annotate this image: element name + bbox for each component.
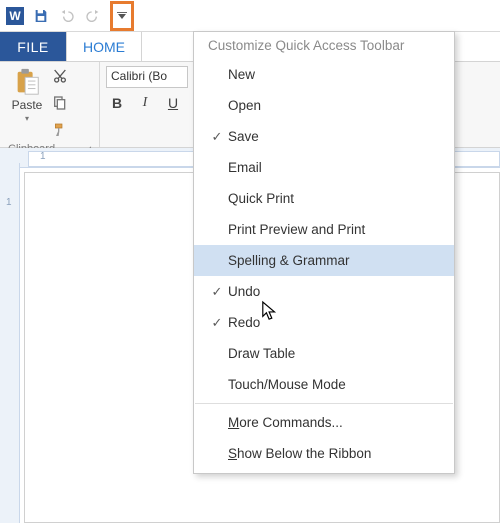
menu-item-label: Quick Print <box>228 191 454 206</box>
menu-item-label: Touch/Mouse Mode <box>228 377 454 392</box>
redo-icon <box>85 8 101 24</box>
check-icon: ✓ <box>206 129 228 145</box>
tab-file[interactable]: FILE <box>0 32 66 61</box>
brush-icon <box>52 122 68 138</box>
menu-item-undo[interactable]: ✓ Undo <box>194 276 454 307</box>
qat-redo-button[interactable] <box>80 3 106 29</box>
menu-item-quick-print[interactable]: Quick Print <box>194 183 454 214</box>
copy-icon <box>52 95 68 111</box>
menu-item-label: Undo <box>228 284 454 299</box>
menu-separator <box>195 403 453 404</box>
menu-item-label: Save <box>228 129 454 144</box>
chevron-down-icon <box>115 6 129 26</box>
qat-save-button[interactable] <box>28 3 54 29</box>
menu-item-label: Print Preview and Print <box>228 222 454 237</box>
customize-qat-dropdown[interactable] <box>110 1 134 31</box>
vertical-ruler[interactable]: 1 <box>0 163 20 523</box>
customize-qat-menu: Customize Quick Access Toolbar New Open … <box>193 31 455 474</box>
menu-item-label: Open <box>228 98 454 113</box>
menu-item-draw-table[interactable]: Draw Table <box>194 338 454 369</box>
menu-item-label: Email <box>228 160 454 175</box>
ruler-v-mark-1: 1 <box>6 197 12 208</box>
menu-item-print-preview[interactable]: Print Preview and Print <box>194 214 454 245</box>
italic-button[interactable]: I <box>136 94 154 112</box>
menu-item-label: Redo <box>228 315 454 330</box>
title-bar: W <box>0 0 500 32</box>
save-icon <box>33 8 49 24</box>
scissors-icon <box>52 68 68 84</box>
font-name-combo[interactable]: Calibri (Bo <box>106 66 188 88</box>
undo-icon <box>59 8 75 24</box>
check-icon: ✓ <box>206 284 228 300</box>
menu-item-new[interactable]: New <box>194 59 454 90</box>
qat-undo-button[interactable] <box>54 3 80 29</box>
menu-item-label: New <box>228 67 454 82</box>
menu-item-label: Draw Table <box>228 346 454 361</box>
menu-item-open[interactable]: Open <box>194 90 454 121</box>
paste-icon <box>12 68 42 96</box>
menu-item-spelling-grammar[interactable]: Spelling & Grammar <box>194 245 454 276</box>
menu-item-redo[interactable]: ✓ Redo <box>194 307 454 338</box>
menu-item-label: Show Below the Ribbon <box>228 446 454 461</box>
underline-button[interactable]: U <box>164 94 182 112</box>
copy-button[interactable] <box>52 95 68 116</box>
menu-item-show-below-ribbon[interactable]: Show Below the Ribbon <box>194 438 454 469</box>
paste-button[interactable]: Paste ▾ <box>6 66 48 143</box>
menu-item-touch-mouse[interactable]: Touch/Mouse Mode <box>194 369 454 400</box>
check-icon: ✓ <box>206 315 228 331</box>
tab-home[interactable]: HOME <box>66 32 142 61</box>
cut-button[interactable] <box>52 68 68 89</box>
paste-label: Paste <box>12 98 43 112</box>
menu-item-more-commands[interactable]: More Commands... <box>194 407 454 438</box>
clipboard-group: Paste ▾ Clipboard ◢ <box>0 62 100 147</box>
ruler-mark-1: 1 <box>40 151 46 162</box>
menu-item-email[interactable]: Email <box>194 152 454 183</box>
menu-item-save[interactable]: ✓ Save <box>194 121 454 152</box>
menu-title: Customize Quick Access Toolbar <box>194 32 454 59</box>
bold-button[interactable]: B <box>108 94 126 112</box>
format-painter-button[interactable] <box>52 122 68 143</box>
menu-item-label: Spelling & Grammar <box>228 253 454 268</box>
word-app-icon: W <box>6 7 24 25</box>
menu-item-label: More Commands... <box>228 415 454 430</box>
